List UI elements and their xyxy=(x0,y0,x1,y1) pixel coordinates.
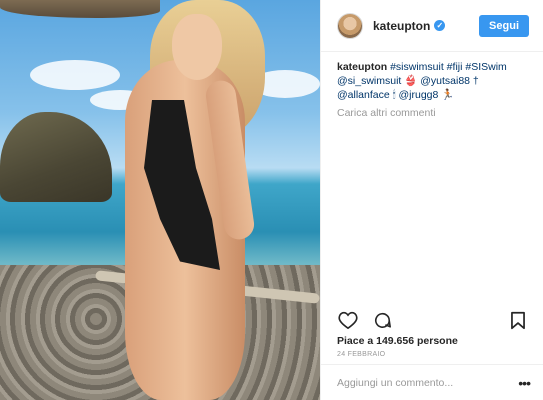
caption-username[interactable]: kateupton xyxy=(337,61,387,73)
caption: kateupton #siswimsuit #fiji #SISwim @si_… xyxy=(337,60,529,102)
follow-button[interactable]: Segui xyxy=(479,14,529,37)
comments-section: kateupton #siswimsuit #fiji #SISwim @si_… xyxy=(321,52,543,308)
more-options-icon[interactable]: ••• xyxy=(518,376,531,390)
post-header: kateupton ✓ Segui xyxy=(321,0,543,52)
overhang-rock xyxy=(0,0,160,18)
comment-bubble-icon[interactable] xyxy=(371,309,393,331)
cloud xyxy=(30,60,120,90)
load-more-comments[interactable]: Carica altri commenti xyxy=(337,107,529,119)
comment-input[interactable] xyxy=(337,376,519,389)
add-comment-bar: ••• xyxy=(321,364,543,400)
post-sidebar: kateupton ✓ Segui kateupton #siswimsuit … xyxy=(320,0,543,400)
sea-rock xyxy=(0,112,112,202)
avatar[interactable] xyxy=(337,12,363,39)
likes-count[interactable]: Piace a 149.656 persone xyxy=(337,335,458,347)
bookmark-icon[interactable] xyxy=(507,309,529,331)
verified-badge-icon: ✓ xyxy=(434,20,446,31)
post-photo[interactable] xyxy=(0,0,320,400)
username[interactable]: kateupton xyxy=(373,19,430,33)
action-bar xyxy=(337,308,529,332)
post-date: 24 FEBBRAIO xyxy=(337,351,386,358)
model-face xyxy=(172,14,222,80)
heart-icon[interactable] xyxy=(337,309,359,331)
